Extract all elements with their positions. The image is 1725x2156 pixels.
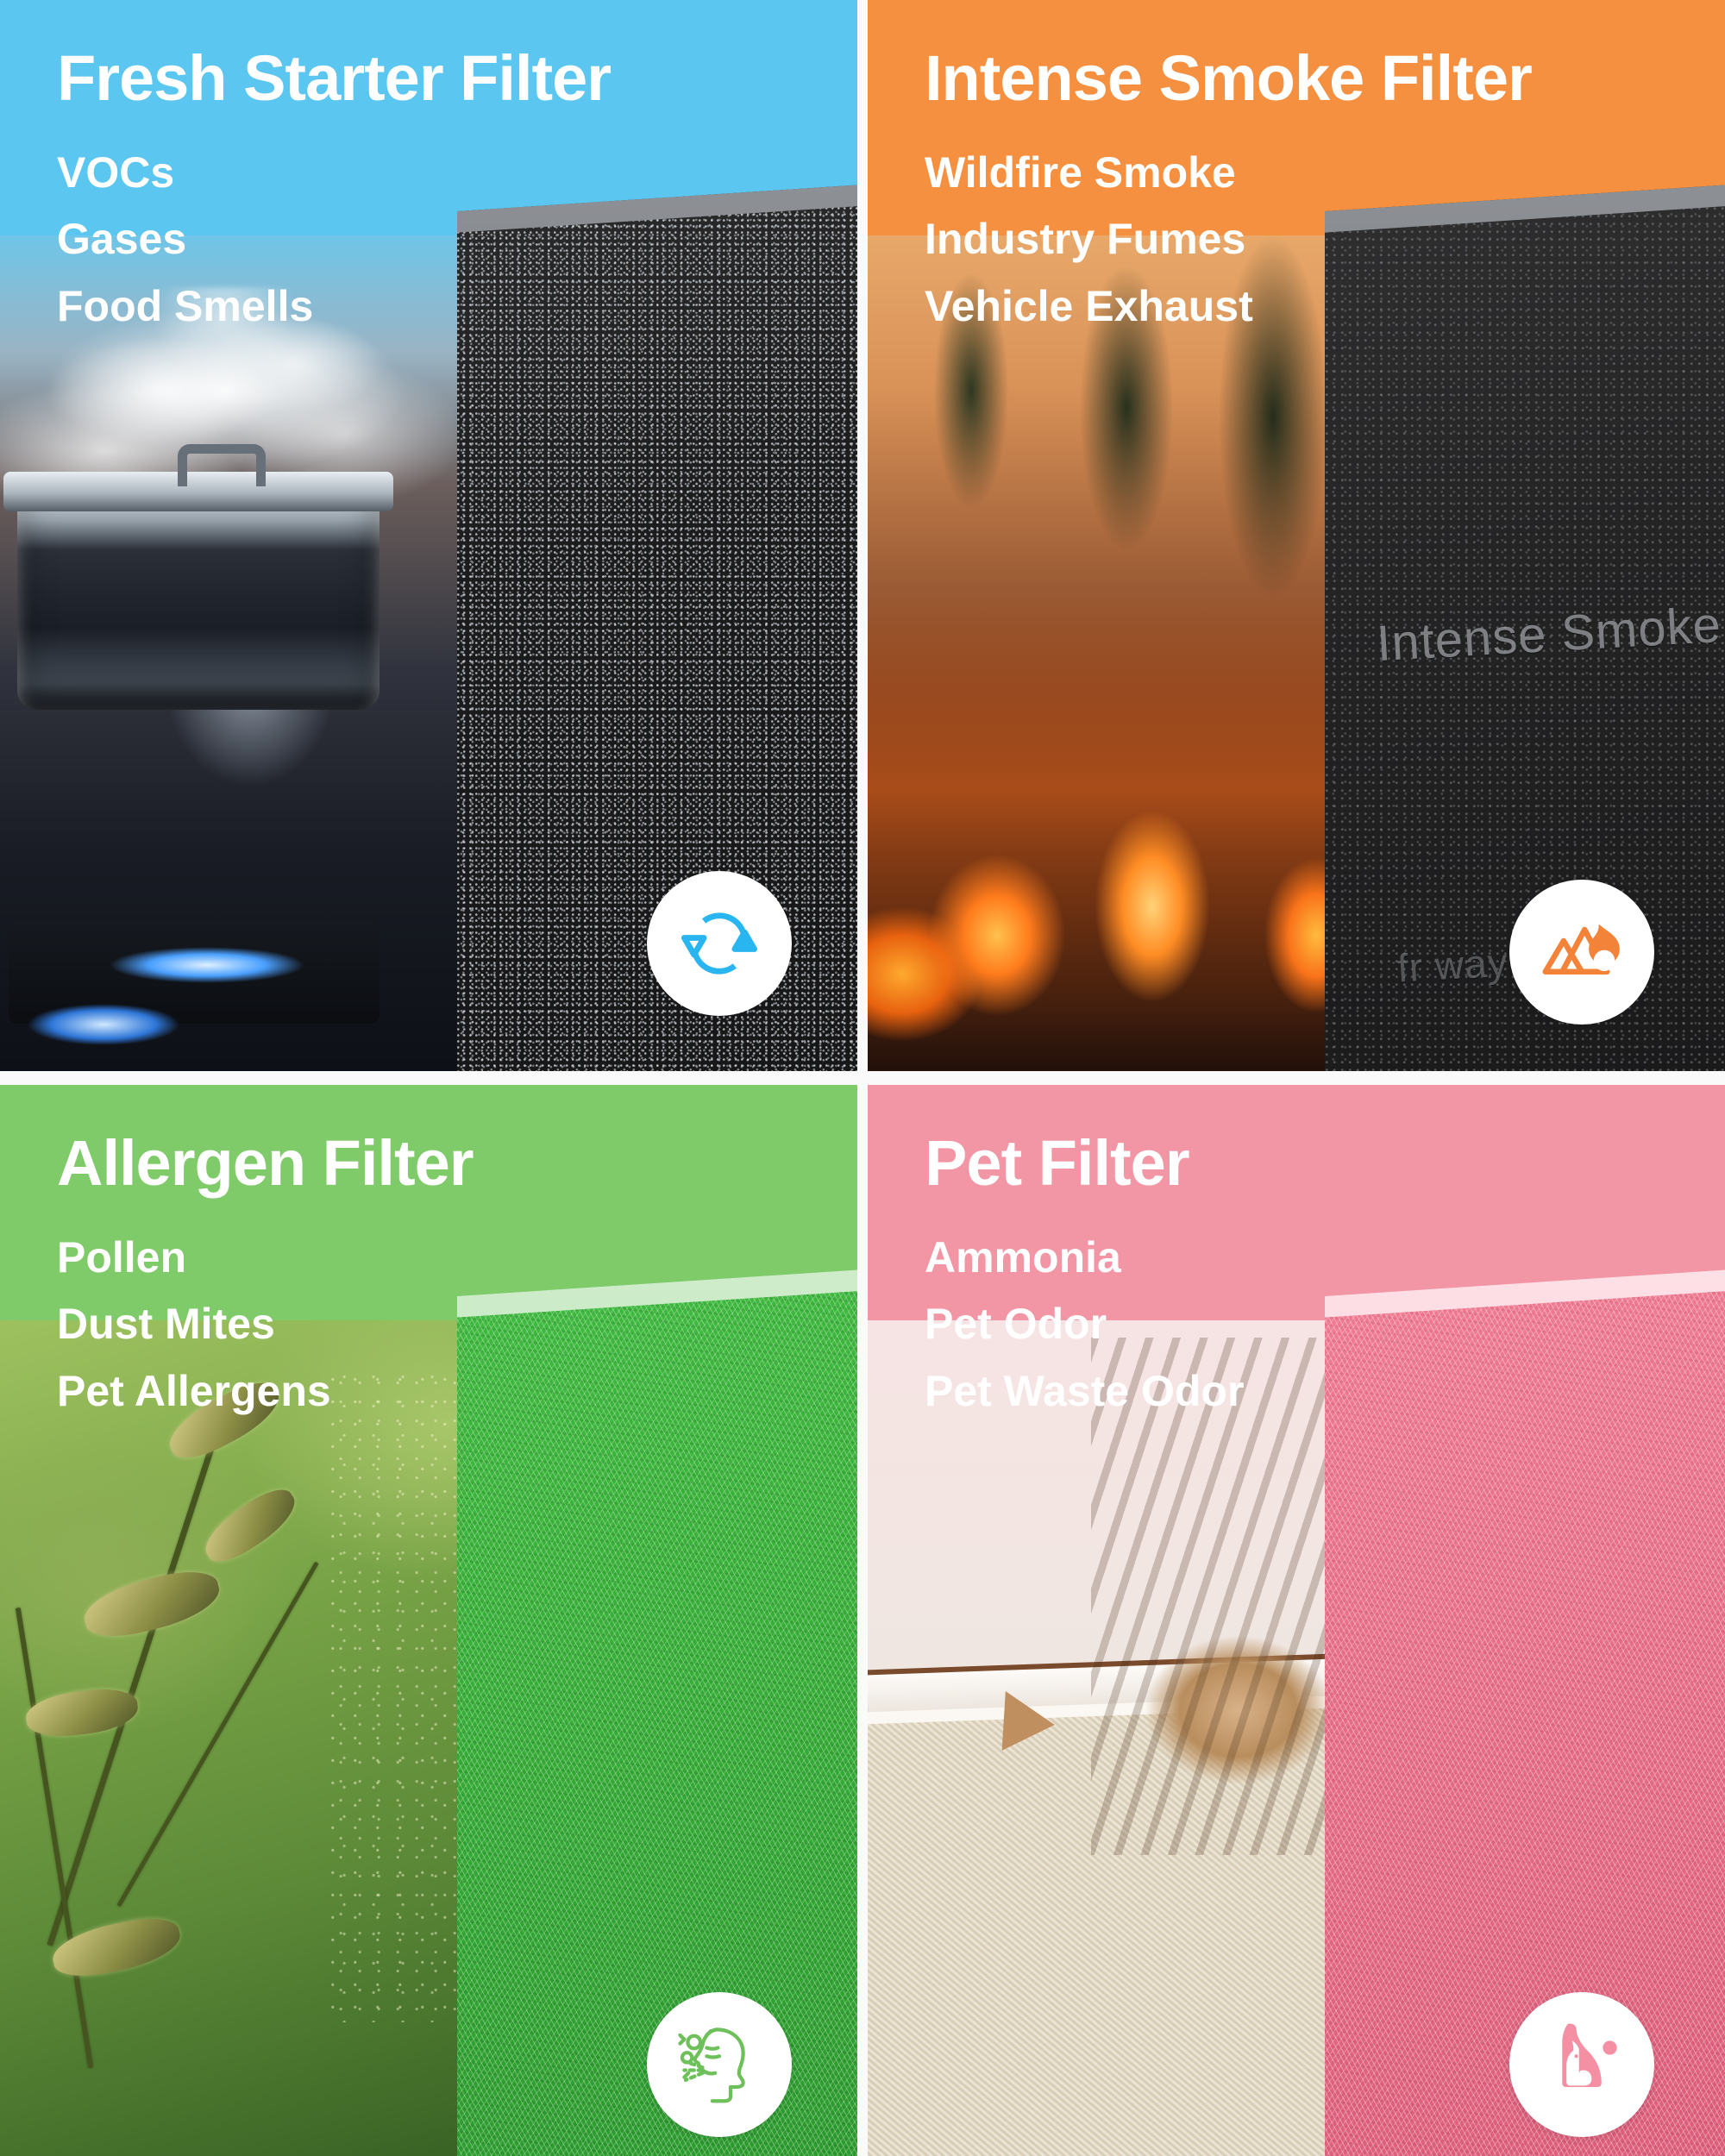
badge-allergen — [647, 1992, 792, 2137]
panel-bullet-list: Wildfire Smoke Industry Fumes Vehicle Ex… — [925, 148, 1532, 332]
bullet-item: Gases — [57, 215, 187, 264]
bullet-item: Wildfire Smoke — [925, 147, 1236, 197]
bullet-item: Ammonia — [925, 1232, 1121, 1282]
panel-title: Allergen Filter — [57, 1127, 474, 1199]
bullet-item: Pollen — [57, 1232, 187, 1282]
dog-cat-silhouette-icon — [1562, 2023, 1617, 2087]
badge-fresh-starter — [647, 871, 792, 1016]
panel-header: Allergen Filter Pollen Dust Mites Pet Al… — [57, 1130, 474, 1433]
panel-header: Fresh Starter Filter VOCs Gases Food Sme… — [57, 42, 612, 348]
refresh-arrows-icon — [681, 912, 758, 975]
bullet-item: Dust Mites — [57, 1300, 275, 1349]
panel-title: Fresh Starter Filter — [57, 42, 612, 114]
sheet-print-line-1: Intense Smoke — [1375, 596, 1723, 673]
grass-seed-head — [23, 1685, 141, 1740]
bullet-item: VOCs — [57, 147, 175, 197]
bullet-item: Pet Waste Odor — [925, 1366, 1245, 1415]
sheet-print-line-2: fr way — [1396, 939, 1510, 991]
bullet-item: Pet Allergens — [57, 1366, 331, 1415]
bullet-item: Food Smells — [57, 281, 314, 330]
wildfire-mountain-flame-icon — [1542, 924, 1620, 975]
filter-comparison-grid: Fresh Starter Filter VOCs Gases Food Sme… — [0, 0, 1725, 2156]
panel-title: Pet Filter — [925, 1127, 1190, 1199]
badge-pet — [1509, 1992, 1654, 2137]
panel-title: Intense Smoke Filter — [925, 42, 1533, 114]
bullet-item: Pet Odor — [925, 1300, 1107, 1349]
badge-intense-smoke — [1509, 880, 1654, 1025]
panel-header: Intense Smoke Filter Wildfire Smoke Indu… — [925, 42, 1533, 348]
panel-bullet-list: VOCs Gases Food Smells — [57, 148, 611, 332]
panel-bullet-list: Ammonia Pet Odor Pet Waste Odor — [925, 1233, 1244, 1417]
sneezing-head-pollen-icon — [678, 2028, 745, 2103]
stove-burner-front — [0, 990, 207, 1064]
panel-bullet-list: Pollen Dust Mites Pet Allergens — [57, 1233, 474, 1417]
bullet-item: Vehicle Exhaust — [925, 281, 1253, 330]
panel-header: Pet Filter Ammonia Pet Odor Pet Waste Od… — [925, 1130, 1244, 1433]
filter-sheet-green — [457, 1269, 857, 2156]
grass-seed-head — [196, 1480, 304, 1571]
bullet-item: Industry Fumes — [925, 215, 1246, 264]
